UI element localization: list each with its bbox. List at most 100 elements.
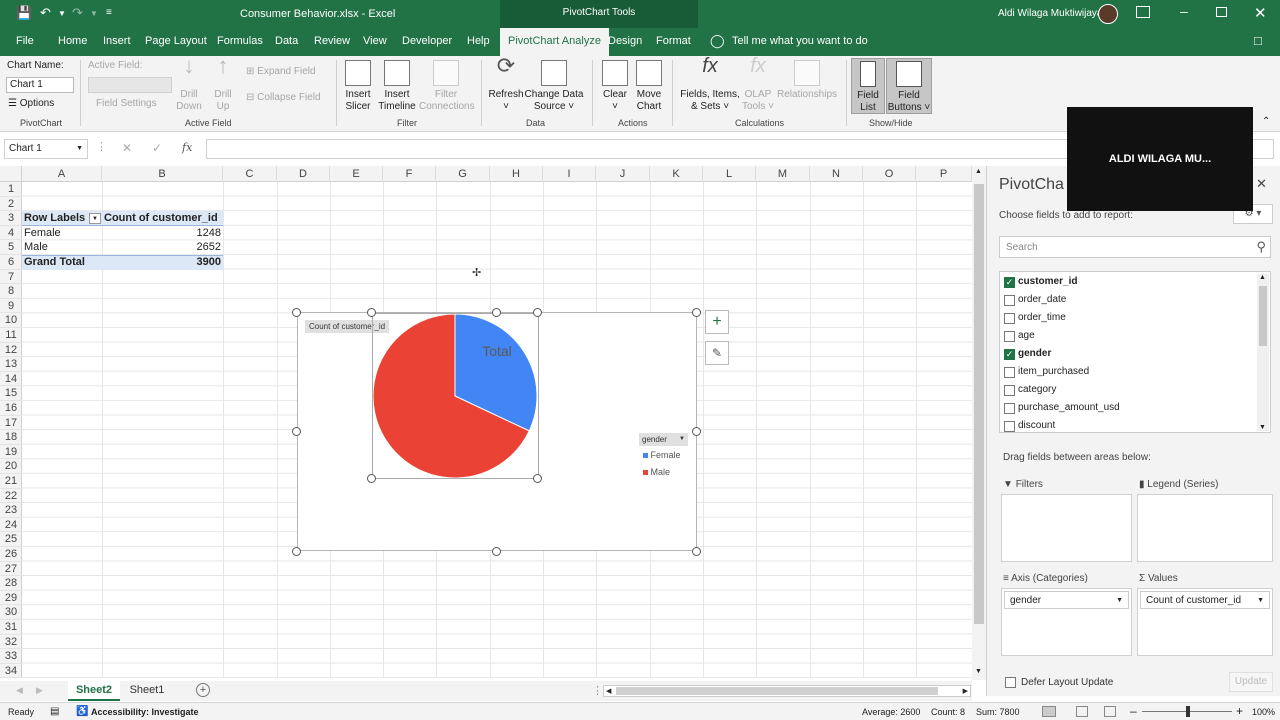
row-header[interactable]: 9: [0, 299, 22, 314]
redo-dropdown-icon[interactable]: ▼: [90, 9, 98, 18]
sheet-tab[interactable]: Sheet1: [122, 681, 172, 701]
row-header[interactable]: 12: [0, 343, 22, 358]
column-header-p[interactable]: P: [916, 166, 972, 182]
column-header-e[interactable]: E: [330, 166, 383, 182]
accessibility-icon[interactable]: ♿: [76, 706, 88, 717]
field-search-input[interactable]: Search ⚲: [999, 236, 1271, 258]
legend-item[interactable]: Male: [643, 467, 670, 477]
redo-icon[interactable]: ↷: [72, 5, 83, 21]
row-header[interactable]: 5: [0, 240, 22, 255]
zoom-level[interactable]: 100%: [1252, 707, 1275, 717]
column-header-n[interactable]: N: [810, 166, 863, 182]
row-header[interactable]: 18: [0, 430, 22, 445]
row-header[interactable]: 27: [0, 562, 22, 577]
row-header[interactable]: 10: [0, 313, 22, 328]
clear-button[interactable]: Clear ˅: [600, 60, 630, 113]
column-header-g[interactable]: G: [436, 166, 490, 182]
collapse-field-button[interactable]: ⊟ Collapse Field: [246, 92, 321, 103]
name-box[interactable]: Chart 1 ▼: [4, 139, 88, 159]
count-header[interactable]: Count of customer_id: [104, 211, 218, 226]
page-break-view-icon[interactable]: [1104, 706, 1116, 717]
field-name[interactable]: discount: [1018, 420, 1055, 431]
resize-handle[interactable]: [292, 547, 301, 556]
column-header-m[interactable]: M: [756, 166, 810, 182]
pivot-row-value[interactable]: 2652: [104, 240, 221, 255]
field-name[interactable]: order_time: [1018, 312, 1066, 323]
tab-insert[interactable]: Insert: [103, 35, 131, 47]
resize-handle[interactable]: [692, 308, 701, 317]
field-name[interactable]: order_date: [1018, 294, 1066, 305]
grand-total-label[interactable]: Grand Total: [24, 255, 85, 270]
save-icon[interactable]: 💾: [16, 5, 32, 21]
column-header-d[interactable]: D: [277, 166, 330, 182]
pivot-row-label[interactable]: Female: [24, 226, 61, 241]
axis-field-dropdown-icon[interactable]: ▼: [1116, 597, 1123, 604]
column-header-o[interactable]: O: [863, 166, 916, 182]
collapse-ribbon-icon[interactable]: ⌃: [1262, 116, 1270, 127]
comments-icon[interactable]: □: [1254, 33, 1262, 48]
column-header-a[interactable]: A: [22, 166, 102, 182]
tell-me-search[interactable]: Tell me what you want to do: [732, 35, 868, 47]
row-header[interactable]: 25: [0, 532, 22, 547]
resize-handle[interactable]: [492, 308, 501, 317]
row-header[interactable]: 19: [0, 445, 22, 460]
plot-handle[interactable]: [367, 474, 376, 483]
chart-styles-icon[interactable]: ✎: [705, 341, 729, 365]
field-name[interactable]: category: [1018, 384, 1056, 395]
row-header[interactable]: 2: [0, 197, 22, 212]
row-header[interactable]: 8: [0, 284, 22, 299]
tab-design[interactable]: Design: [608, 35, 642, 47]
scroll-left-icon[interactable]: ◀: [606, 687, 611, 695]
tab-help[interactable]: Help: [467, 35, 490, 47]
tab-page-layout[interactable]: Page Layout: [145, 35, 207, 47]
chart-name-input[interactable]: Chart 1: [6, 77, 74, 93]
scroll-thumb[interactable]: [974, 184, 984, 624]
row-labels-header[interactable]: Row Labels: [24, 211, 85, 226]
resize-handle[interactable]: [292, 308, 301, 317]
expand-field-button[interactable]: ⊞ Expand Field: [246, 66, 316, 77]
plot-handle[interactable]: [367, 308, 376, 317]
field-settings-button[interactable]: Field Settings: [96, 98, 157, 109]
update-button[interactable]: Update: [1229, 672, 1273, 692]
field-scroll-up-icon[interactable]: ▲: [1259, 274, 1266, 281]
resize-handle[interactable]: [692, 547, 701, 556]
user-name[interactable]: Aldi Wilaga Muktiwijaya: [998, 8, 1102, 19]
row-header[interactable]: 28: [0, 576, 22, 591]
column-header-f[interactable]: F: [383, 166, 436, 182]
add-sheet-icon[interactable]: +: [196, 683, 210, 697]
prev-sheet-icon[interactable]: ◀: [16, 685, 23, 696]
tab-data[interactable]: Data: [275, 35, 298, 47]
resize-handle[interactable]: [292, 427, 301, 436]
chart-elements-icon[interactable]: +: [705, 310, 729, 334]
plot-handle[interactable]: [533, 474, 542, 483]
legend-field-button[interactable]: gender ▼: [639, 433, 688, 446]
row-header[interactable]: 24: [0, 518, 22, 533]
avatar[interactable]: [1098, 4, 1118, 24]
field-buttons-button[interactable]: Field Buttons ˅: [886, 58, 932, 114]
column-header-h[interactable]: H: [490, 166, 543, 182]
axis-drop-area[interactable]: gender ▼: [1001, 588, 1132, 656]
tab-developer[interactable]: Developer: [402, 35, 452, 47]
row-header[interactable]: 33: [0, 649, 22, 664]
name-box-dropdown-icon[interactable]: ▼: [76, 145, 83, 152]
column-header-k[interactable]: K: [650, 166, 703, 182]
scroll-down-icon[interactable]: ▼: [975, 668, 982, 675]
field-checkbox[interactable]: [1004, 295, 1015, 306]
undo-dropdown-icon[interactable]: ▼: [58, 9, 66, 18]
row-header[interactable]: 23: [0, 503, 22, 518]
macro-record-icon[interactable]: ▤: [50, 706, 59, 717]
select-all-corner[interactable]: [0, 166, 22, 182]
pivot-chart[interactable]: Count of customer_id Total gender ▼ Fema…: [297, 312, 697, 551]
defer-layout-checkbox[interactable]: [1005, 677, 1016, 688]
insert-timeline-button[interactable]: Insert Timeline: [377, 60, 417, 113]
enter-icon[interactable]: ✓: [152, 141, 162, 155]
values-drop-area[interactable]: Count of customer_id ▼: [1137, 588, 1273, 656]
row-header[interactable]: 15: [0, 386, 22, 401]
values-field-item[interactable]: Count of customer_id ▼: [1140, 591, 1270, 609]
plot-handle[interactable]: [533, 308, 542, 317]
row-header[interactable]: 22: [0, 489, 22, 504]
row-header[interactable]: 3: [0, 211, 22, 226]
drill-up-button[interactable]: ↑ Drill Up: [210, 55, 236, 113]
field-name[interactable]: purchase_amount_usd: [1018, 402, 1120, 413]
field-list-button[interactable]: Field List: [851, 58, 885, 114]
